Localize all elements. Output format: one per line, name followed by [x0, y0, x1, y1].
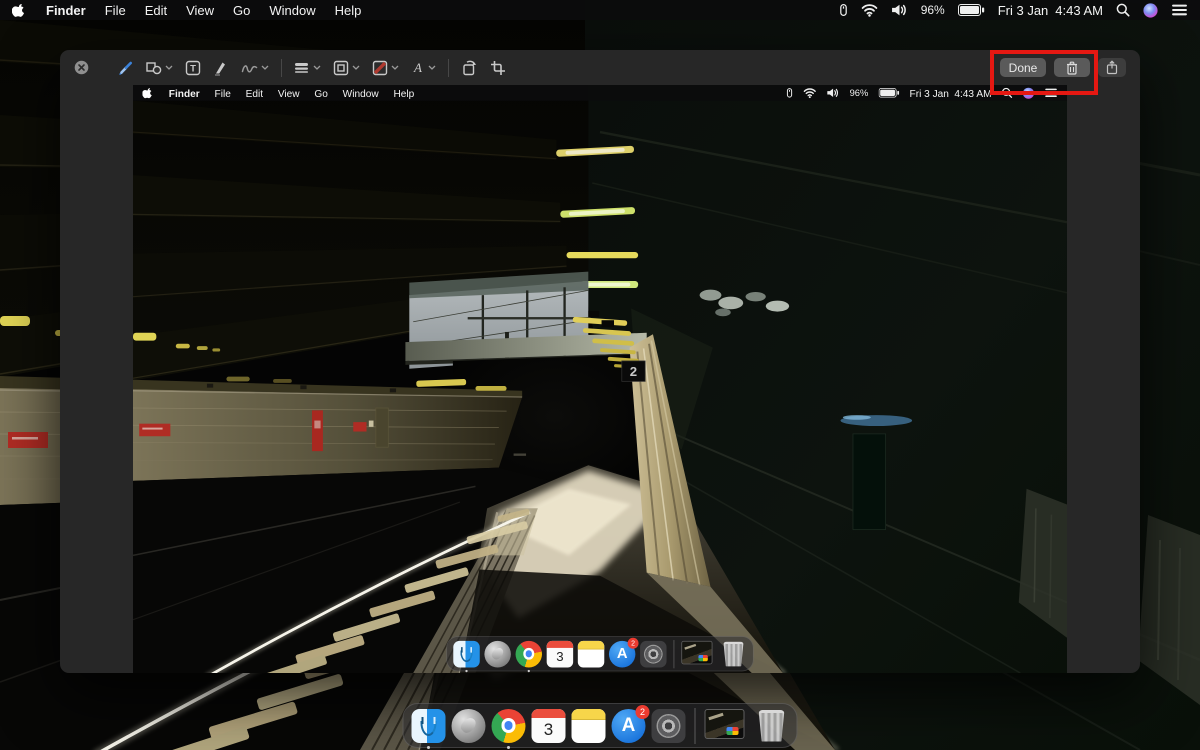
- menu-item-window[interactable]: Window: [269, 3, 315, 18]
- wifi-icon: [803, 87, 816, 98]
- dock-system-preferences: [640, 640, 666, 667]
- dock-screenshot-preview[interactable]: [705, 709, 749, 743]
- border-style-button[interactable]: [333, 60, 360, 76]
- appstore-badge: 2: [636, 705, 650, 719]
- chevron-down-icon: [352, 65, 360, 70]
- dock-finder[interactable]: [412, 709, 446, 743]
- red-annotation-rectangle: [990, 50, 1098, 95]
- rotate-button[interactable]: [461, 59, 478, 76]
- dock-system-preferences[interactable]: [652, 709, 686, 743]
- chevron-down-icon: [165, 65, 173, 70]
- dock-trash: [720, 640, 746, 667]
- volume-icon[interactable]: [891, 3, 908, 17]
- volume-icon: [826, 87, 839, 98]
- menu-item-view[interactable]: View: [186, 3, 214, 18]
- wifi-icon[interactable]: [861, 3, 878, 17]
- sketch-tool-button[interactable]: [117, 60, 134, 76]
- menu-item-help[interactable]: Help: [335, 3, 362, 18]
- apple-menu-icon[interactable]: [12, 2, 27, 19]
- siri-icon[interactable]: [1143, 3, 1158, 18]
- mouse-battery-icon[interactable]: [839, 3, 848, 17]
- share-icon: [1106, 60, 1118, 75]
- dock-trash[interactable]: [755, 709, 789, 743]
- search-icon[interactable]: [1116, 3, 1130, 17]
- fill-color-button[interactable]: [372, 60, 399, 76]
- text-tool-button[interactable]: T: [185, 60, 201, 76]
- clock[interactable]: Fri 3 Jan4:43 AM: [998, 3, 1103, 18]
- inner-clock: Fri 3 Jan4:43 AM: [910, 87, 992, 99]
- toolbar-divider: [281, 59, 282, 77]
- dock: 3 A2: [403, 703, 798, 748]
- dock-divider: [695, 708, 696, 744]
- share-button[interactable]: [1098, 58, 1126, 77]
- inner-menu-item-finder: Finder: [169, 87, 200, 99]
- dock-finder: [453, 640, 479, 667]
- menu-item-edit[interactable]: Edit: [145, 3, 167, 18]
- inner-menu-item-file: File: [215, 87, 231, 99]
- battery-percentage: 96%: [921, 3, 945, 17]
- dock-screenshot-preview: [681, 640, 715, 667]
- dock-notes[interactable]: [572, 709, 606, 743]
- inner-menu-item-go: Go: [314, 87, 327, 99]
- inner-wallpaper: [133, 85, 1067, 673]
- inner-apple-menu-icon: [142, 86, 154, 99]
- screenshot-markup-window: T A: [60, 50, 1140, 673]
- highlight-tool-button[interactable]: [213, 60, 229, 76]
- markup-toolbar: T A: [60, 50, 1140, 85]
- desktop: Finder File Edit View Go Window Help 96%…: [0, 0, 1200, 750]
- toolbar-divider: [448, 59, 449, 77]
- crop-button[interactable]: [490, 60, 506, 76]
- dock-app-store: A2: [609, 640, 635, 667]
- line-weight-button[interactable]: [294, 61, 321, 75]
- appstore-badge: 2: [628, 637, 639, 648]
- menu-item-finder[interactable]: Finder: [46, 3, 86, 18]
- chevron-down-icon: [313, 65, 321, 70]
- battery-icon: [878, 87, 899, 98]
- inner-desktop: Finder File Edit View Go Window Help 96%: [133, 85, 1067, 673]
- mouse-battery-icon: [786, 87, 793, 98]
- chevron-down-icon: [391, 65, 399, 70]
- dock-launchpad[interactable]: [452, 709, 486, 743]
- dock-launchpad: [484, 640, 510, 667]
- battery-percentage: 96%: [850, 87, 869, 98]
- dock-chrome: [516, 640, 542, 667]
- shapes-tool-button[interactable]: [146, 61, 173, 75]
- notification-center-icon[interactable]: [1171, 3, 1188, 17]
- dock-divider: [674, 640, 675, 668]
- battery-icon[interactable]: [958, 3, 985, 17]
- dock-calendar[interactable]: 3: [532, 709, 566, 743]
- dock-notes: [578, 640, 604, 667]
- menu-item-file[interactable]: File: [105, 3, 126, 18]
- inner-menu-item-view: View: [278, 87, 300, 99]
- dock-app-store[interactable]: A2: [612, 709, 646, 743]
- chevron-down-icon: [261, 65, 269, 70]
- menu-item-go[interactable]: Go: [233, 3, 250, 18]
- svg-text:T: T: [190, 63, 196, 74]
- inner-menu-item-help: Help: [393, 87, 414, 99]
- close-button[interactable]: [74, 60, 89, 75]
- svg-text:A: A: [413, 60, 422, 75]
- dock-calendar: 3: [547, 640, 573, 667]
- inner-menu-item-edit: Edit: [246, 87, 263, 99]
- chevron-down-icon: [428, 65, 436, 70]
- signature-tool-button[interactable]: [241, 61, 269, 75]
- menu-bar: Finder File Edit View Go Window Help 96%…: [0, 0, 1200, 20]
- inner-menu-item-window: Window: [343, 87, 379, 99]
- dock-chrome[interactable]: [492, 709, 526, 743]
- inner-dock: 3 A2: [446, 636, 753, 671]
- screenshot-image: Finder File Edit View Go Window Help 96%: [133, 85, 1067, 673]
- font-style-button[interactable]: A: [411, 60, 436, 75]
- inner-menu-bar: Finder File Edit View Go Window Help 96%: [133, 85, 1067, 101]
